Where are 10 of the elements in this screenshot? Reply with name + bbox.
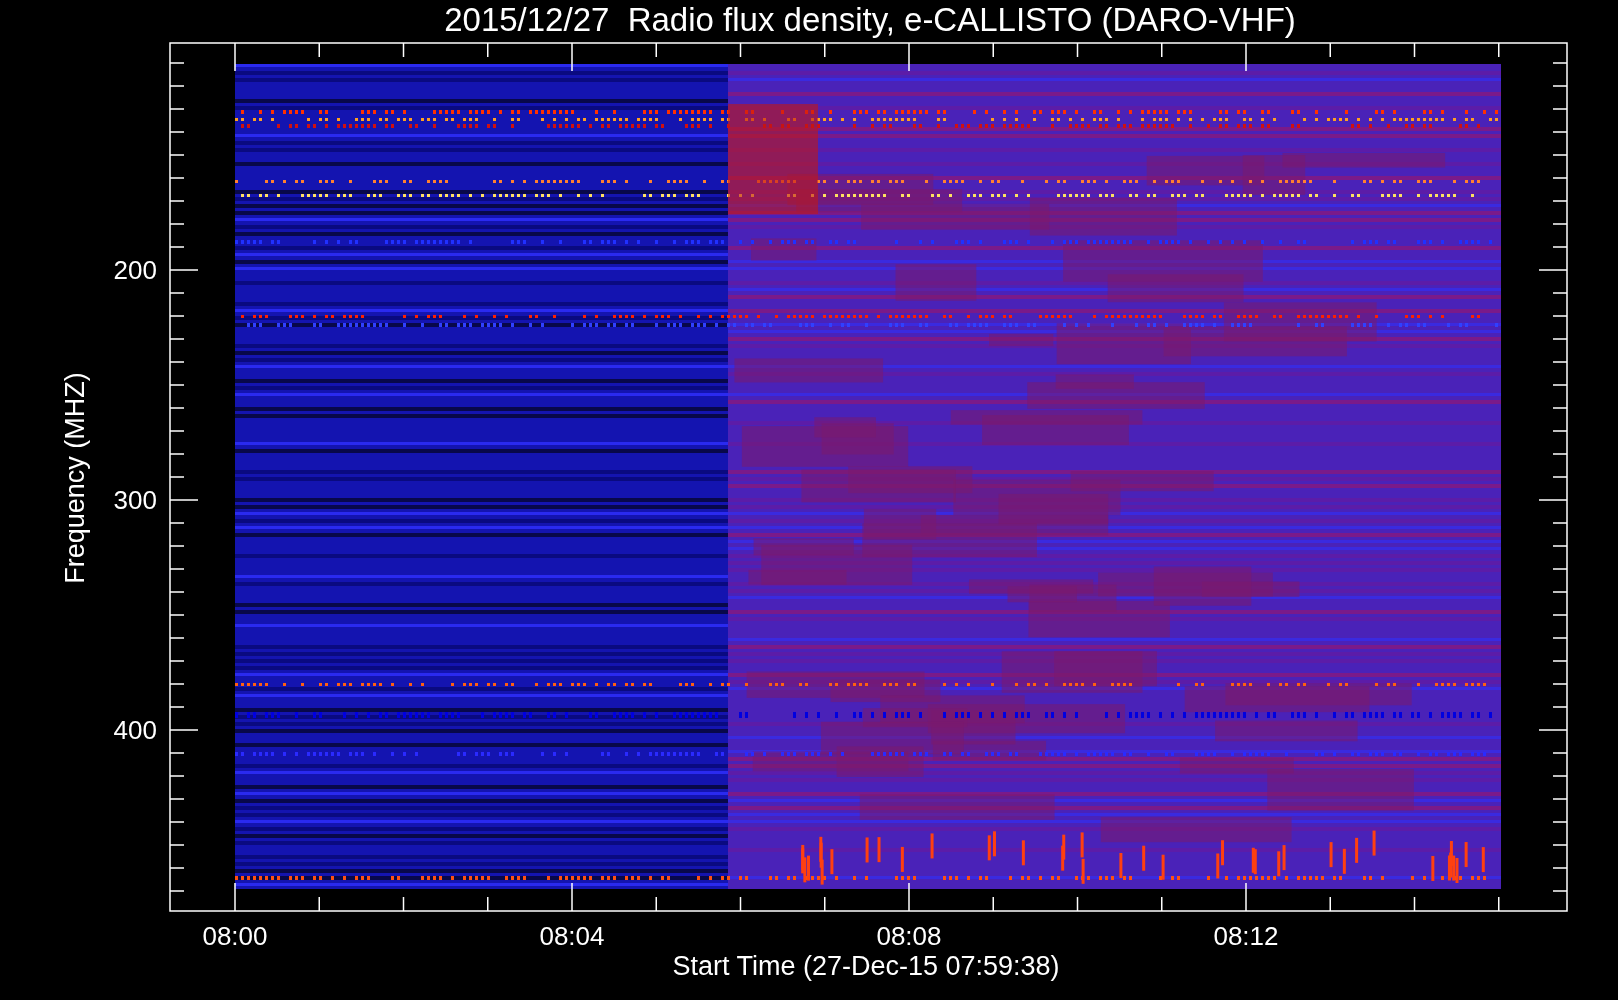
y-tick-label: 200 (113, 255, 157, 285)
chart-title: 2015/12/27 Radio flux density, e-CALLISTO (DARO-VHF) (444, 1, 1296, 38)
x-tick-label: 08:04 (539, 921, 605, 951)
y-tick-label: 300 (113, 485, 157, 515)
x-axis-label: Start Time (27-Dec-15 07:59:38) (672, 951, 1060, 981)
x-tick-label: 08:00 (202, 921, 268, 951)
y-axis-label: Frequency (MHZ) (60, 372, 90, 584)
x-tick-label: 08:12 (1213, 921, 1279, 951)
x-tick-label: 08:08 (876, 921, 942, 951)
y-tick-label: 400 (113, 715, 157, 745)
